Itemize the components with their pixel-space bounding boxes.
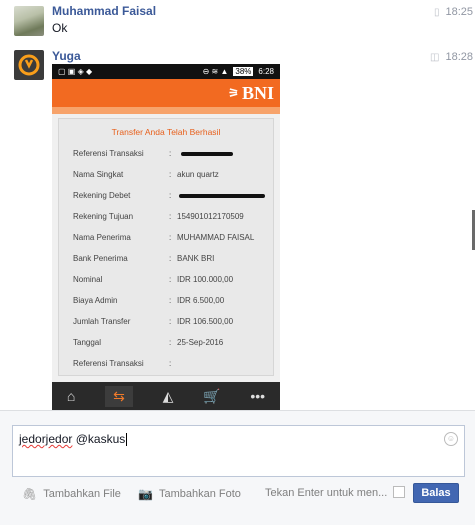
add-photo-label: Tambahkan Foto [158,488,241,500]
avatar[interactable] [14,50,44,80]
message-text: Ok [52,21,68,35]
bank-app-nav: ⌂ ⇆ ◭ 🛒 ••• [52,382,280,410]
add-file-label: Tambahkan File [43,488,121,500]
row-label: Nominal [73,275,103,284]
phone-time: 6:28 [258,67,274,76]
add-file-button[interactable]: 🖇 Tambahkan File [22,487,121,501]
row-label: Bank Penerima [73,254,128,263]
home-icon: ⌂ [66,388,76,404]
row-label: Tanggal [73,338,102,347]
row-label: Referensi Transaksi [73,149,144,158]
sender-name[interactable]: Yuga [52,49,81,63]
row-value: IDR 6.500,00 [177,296,225,305]
chat-icon: ◫ [430,51,440,63]
row-value: 25-Sep-2016 [177,338,224,347]
row-value: 154901012170509 [177,212,244,221]
mention-text: @kaskus [75,432,126,446]
composer-actions: 🖇 Tambahkan File 📷 Tambahkan Foto Tekan … [12,481,463,511]
text-caret [126,433,128,447]
paperclip-icon: 🖇 [22,487,38,501]
avatar[interactable] [14,6,44,36]
transfer-icon: ⇆ [105,385,133,407]
message-input[interactable]: jedorjedor @kaskus ☺ [12,425,465,477]
sender-name[interactable]: Muhammad Faisal [52,4,156,18]
input-text: jedorjedor @kaskus [19,432,128,447]
enter-to-send-label: Tekan Enter untuk men... [265,487,387,499]
reply-composer: jedorjedor @kaskus ☺ 🖇 Tambahkan File 📷 … [0,410,475,525]
more-icon: ••• [250,388,266,404]
row-label: Rekening Debet [73,191,131,200]
redaction-scribble [179,194,265,198]
send-button[interactable]: Balas [413,483,459,503]
add-photo-button[interactable]: 📷 Tambahkan Foto [138,487,241,501]
row-value: akun quartz [177,170,219,179]
row-label: Rekening Tujuan [73,212,134,221]
row-label: Referensi Transaksi [73,359,144,368]
row-value: MUHAMMAD FAISAL [177,233,255,242]
bank-logo: ⚞ BNI [228,82,274,103]
camera-icon: 📷 [138,487,153,501]
enter-hint-text: Tekan Enter untuk men... [265,487,388,499]
receipt-title: Transfer Anda Telah Berhasil [111,127,221,137]
row-label: Nama Singkat [73,170,124,179]
mobile-icon: ▯ [433,6,440,18]
emoji-icon[interactable]: ☺ [444,432,458,446]
row-label: Nama Penerima [73,233,131,242]
signal-icons: ⊖ ≋ ▲ [202,67,229,76]
bni-mark-icon: ⚞ [228,85,239,100]
timestamp: 18:28 [445,51,473,63]
row-value: BANK BRI [177,254,215,263]
row-label: Biaya Admin [73,296,118,305]
battery-level: 38% [233,67,254,76]
enter-to-send-checkbox[interactable] [393,486,405,498]
bank-header: ⚞ BNI [52,79,280,107]
row-value: IDR 106.500,00 [177,317,234,326]
attached-screenshot[interactable]: ▢ ▣ ◈ ◆ ⊖ ≋ ▲ 38% 6:28 ⚞ BNI Transfer An… [52,64,280,410]
notification-icons: ▢ ▣ ◈ ◆ [58,67,93,76]
cart-icon: 🛒 [203,387,221,404]
row-label: Jumlah Transfer [73,317,131,326]
redaction-scribble [181,152,233,156]
wallet-icon: ◭ [162,387,174,404]
overwatch-logo-icon [18,54,40,76]
timestamp: 18:25 [445,6,473,18]
message-time: ▯ 18:25 [434,6,473,18]
header-stripe [52,107,280,114]
transfer-receipt: Transfer Anda Telah Berhasil Referensi T… [58,118,274,376]
misspelled-word: jedorjedor [19,432,73,446]
message-time: ◫ 18:28 [430,51,473,63]
row-value: IDR 100.000,00 [177,275,234,284]
phone-status-bar: ▢ ▣ ◈ ◆ ⊖ ≋ ▲ 38% 6:28 [52,64,280,79]
